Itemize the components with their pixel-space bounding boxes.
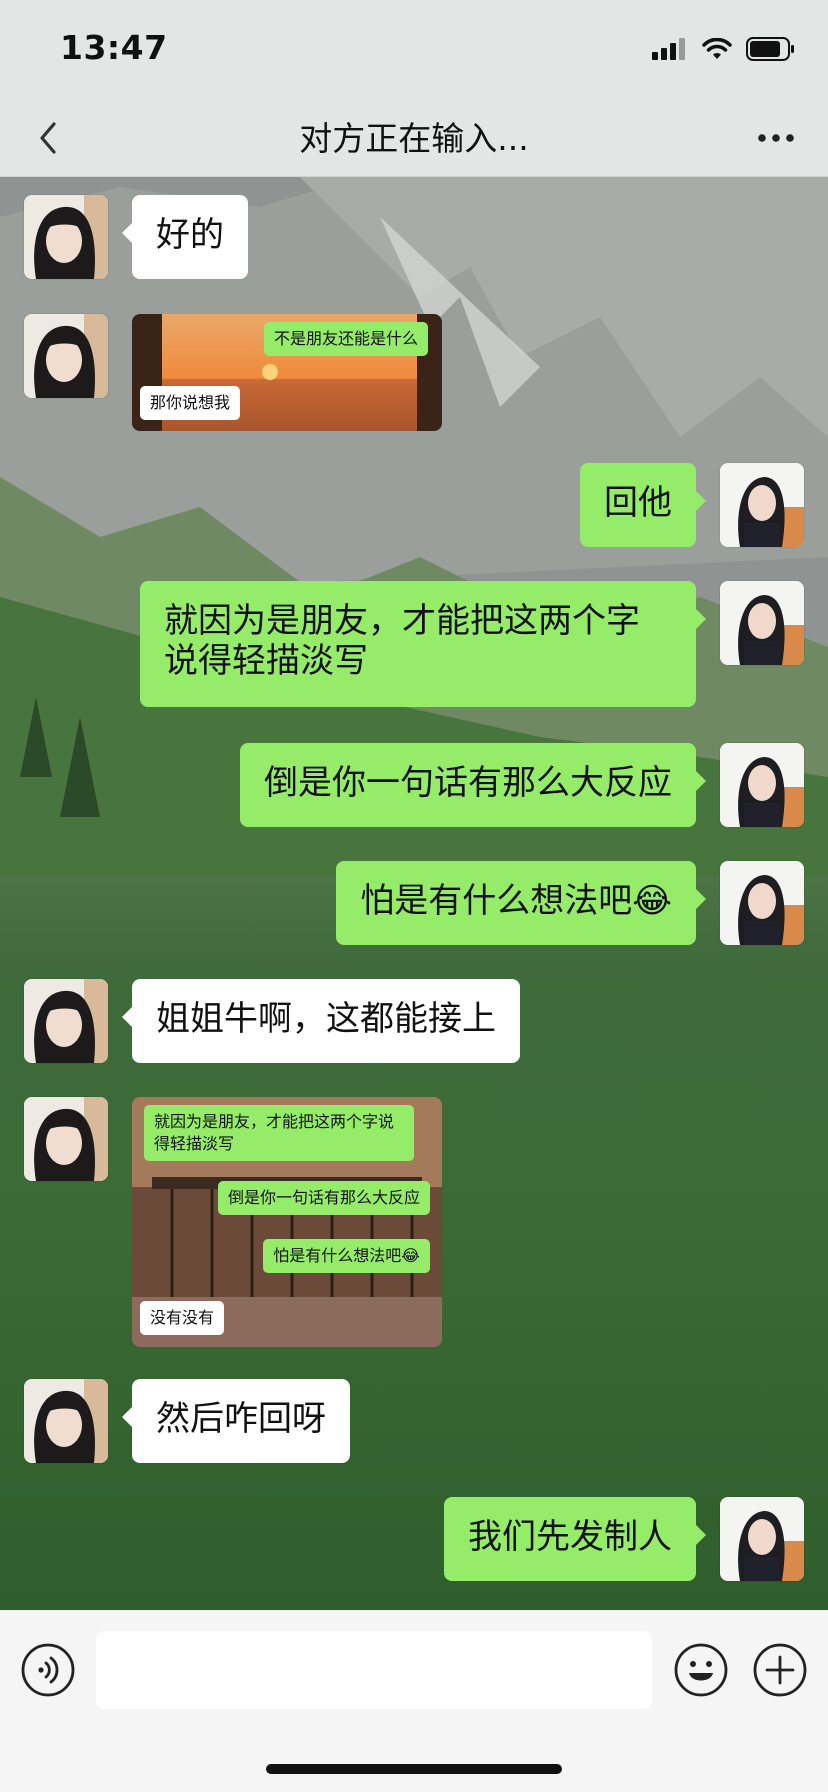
chat-header: 对方正在输入... <box>0 100 828 177</box>
signal-icon <box>652 38 685 60</box>
avatar-photo <box>24 979 108 1063</box>
status-icons <box>652 36 796 62</box>
plus-icon[interactable] <box>753 1643 807 1697</box>
my-avatar[interactable] <box>720 463 804 547</box>
image-text-green: 怕是有什么想法吧😂 <box>263 1239 430 1273</box>
my-avatar[interactable] <box>720 861 804 945</box>
image-text-green: 就因为是朋友，才能把这两个字说得轻描淡写 <box>144 1105 414 1161</box>
input-bar <box>0 1611 828 1792</box>
message-bubble[interactable]: 倒是你一句话有那么大反应 <box>240 743 706 827</box>
wifi-icon <box>702 38 732 59</box>
avatar-photo <box>24 314 108 398</box>
message-bubble[interactable]: 然后咋回呀 <box>122 1379 350 1463</box>
chat-area[interactable]: 好的 不是朋友还能是什么 那你说想我 回他 就因为是朋友，才能把这两个字说得轻描… <box>0 177 828 1610</box>
avatar-photo <box>24 1097 108 1181</box>
contact-avatar[interactable] <box>24 195 108 279</box>
message-bubble[interactable]: 好的 <box>122 195 248 279</box>
message-bubble[interactable]: 怕是有什么想法吧😂 <box>336 861 706 945</box>
chat-title: 对方正在输入... <box>299 119 529 158</box>
message-bubble[interactable]: 就因为是朋友，才能把这两个字说得轻描淡写 <box>140 581 706 707</box>
image-text-green: 不是朋友还能是什么 <box>263 322 428 356</box>
avatar-photo <box>24 1379 108 1463</box>
home-indicator[interactable] <box>266 1764 562 1774</box>
emoji-icon[interactable] <box>674 1643 728 1697</box>
my-avatar[interactable] <box>720 743 804 827</box>
avatar-photo <box>720 581 804 665</box>
image-text-green: 倒是你一句话有那么大反应 <box>217 1181 430 1215</box>
my-avatar[interactable] <box>720 1497 804 1581</box>
contact-avatar[interactable] <box>24 314 108 398</box>
avatar-photo <box>720 861 804 945</box>
avatar-photo <box>720 463 804 547</box>
message-bubble[interactable]: 回他 <box>580 463 706 547</box>
my-avatar[interactable] <box>720 581 804 665</box>
image-text-white: 那你说想我 <box>140 386 241 420</box>
image-message[interactable]: 不是朋友还能是什么 那你说想我 <box>132 314 442 431</box>
message-bubble[interactable]: 姐姐牛啊，这都能接上 <box>122 979 520 1063</box>
status-bar: 13:47 <box>0 0 828 100</box>
avatar-photo <box>720 1497 804 1581</box>
more-dots-icon[interactable] <box>752 114 800 162</box>
status-time: 13:47 <box>60 28 168 67</box>
contact-avatar[interactable] <box>24 1097 108 1181</box>
message-bubble[interactable]: 我们先发制人 <box>444 1497 706 1581</box>
contact-avatar[interactable] <box>24 979 108 1063</box>
avatar-photo <box>24 195 108 279</box>
voice-icon[interactable] <box>21 1643 75 1697</box>
contact-avatar[interactable] <box>24 1379 108 1463</box>
battery-icon <box>746 37 794 61</box>
image-message[interactable]: 就因为是朋友，才能把这两个字说得轻描淡写 倒是你一句话有那么大反应 怕是有什么想… <box>132 1097 442 1347</box>
message-input[interactable] <box>96 1631 652 1709</box>
avatar-photo <box>720 743 804 827</box>
image-text-white: 没有没有 <box>140 1301 225 1335</box>
